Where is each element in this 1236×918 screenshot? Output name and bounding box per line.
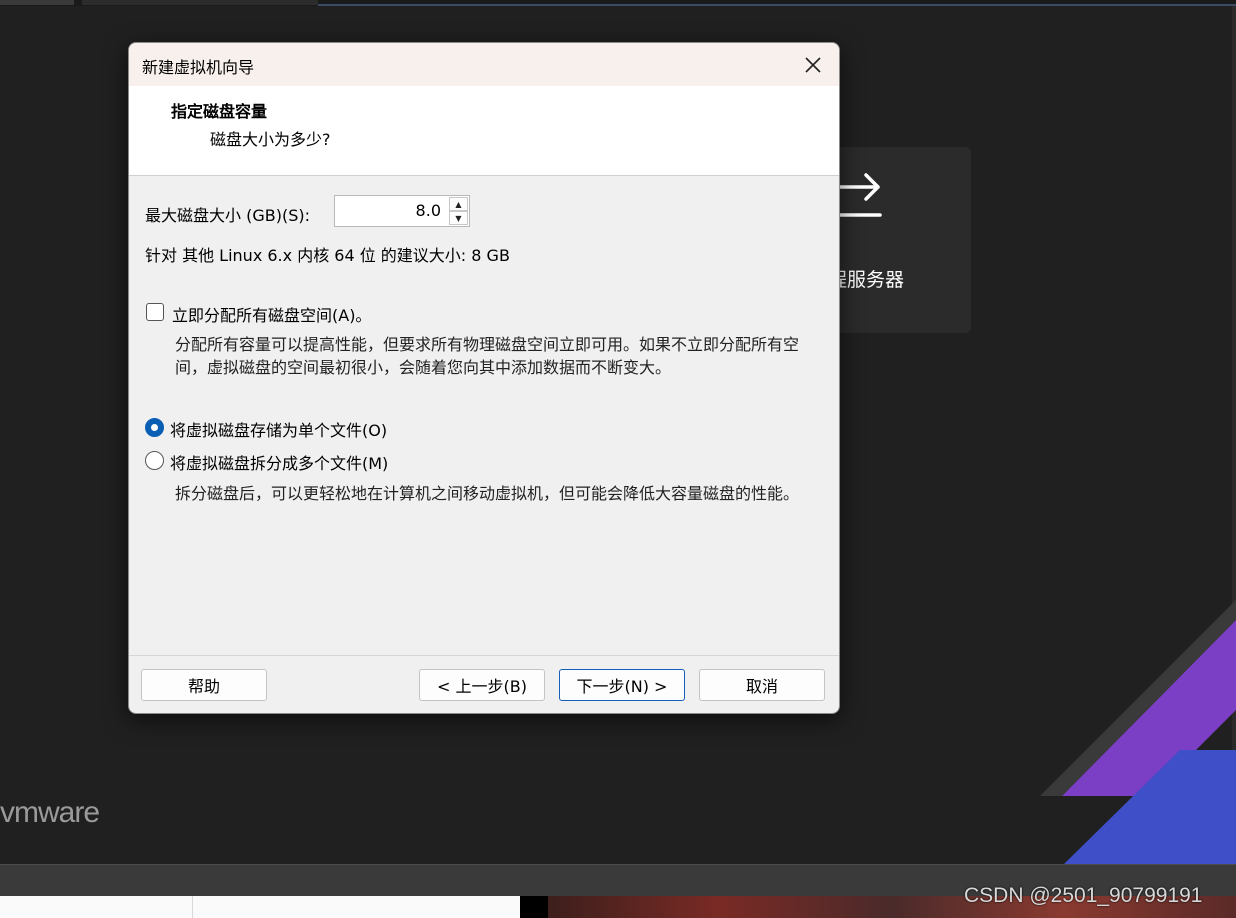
single-file-label[interactable]: 将虚拟磁盘存储为单个文件(O) [170, 417, 387, 441]
window-top-strip [0, 0, 1236, 6]
bottom-white-pane [0, 896, 520, 918]
disk-size-label: 最大磁盘大小 (GB)(S): [145, 206, 310, 225]
vmware-logo: vmware [0, 796, 100, 829]
divider [192, 896, 193, 918]
top-accent-line [318, 4, 1236, 6]
split-files-description: 拆分磁盘后，可以更轻松地在计算机之间移动虚拟机，但可能会降低大容量磁盘的性能。 [175, 484, 800, 503]
allocate-all-checkbox[interactable] [146, 303, 164, 321]
new-vm-wizard-dialog: 新建虚拟机向导 指定磁盘容量 磁盘大小为多少? 最大磁盘大小 (GB)(S): … [128, 42, 840, 714]
increment-button[interactable]: ▲ [449, 197, 468, 211]
decorative-art [1040, 600, 1236, 864]
back-button[interactable]: < 上一步(B) [419, 669, 545, 701]
close-button[interactable] [797, 49, 829, 81]
disk-size-input[interactable] [335, 196, 445, 226]
disk-size-stepper[interactable]: ▲ ▼ [334, 195, 470, 227]
header-subtitle: 磁盘大小为多少? [210, 130, 331, 149]
footer-divider [129, 655, 839, 656]
split-files-radio[interactable] [145, 451, 164, 470]
wizard-header: 指定磁盘容量 磁盘大小为多少? [129, 86, 839, 176]
dialog-title: 新建虚拟机向导 [142, 58, 255, 77]
dialog-titlebar[interactable]: 新建虚拟机向导 [129, 43, 839, 86]
help-button[interactable]: 帮助 [141, 669, 267, 701]
chevron-down-icon: ▼ [455, 213, 462, 223]
header-title: 指定磁盘容量 [171, 102, 268, 121]
decrement-button[interactable]: ▼ [449, 211, 468, 225]
next-button[interactable]: 下一步(N) > [559, 669, 685, 701]
recommended-size-text: 针对 其他 Linux 6.x 内核 64 位 的建议大小: 8 GB [145, 246, 510, 265]
split-files-label[interactable]: 将虚拟磁盘拆分成多个文件(M) [170, 450, 388, 474]
allocate-all-label[interactable]: 立即分配所有磁盘空间(A)。 [172, 302, 371, 326]
top-tab[interactable] [0, 0, 74, 5]
top-tab[interactable] [82, 0, 318, 5]
allocate-all-description: 分配所有容量可以提高性能，但要求所有物理磁盘空间立即可用。如果不立即分配所有空间… [175, 335, 800, 377]
cancel-button[interactable]: 取消 [699, 669, 825, 701]
close-icon [805, 57, 821, 73]
single-file-radio[interactable] [145, 418, 164, 437]
watermark: CSDN @2501_90799191 [964, 884, 1203, 907]
chevron-up-icon: ▲ [455, 199, 462, 209]
